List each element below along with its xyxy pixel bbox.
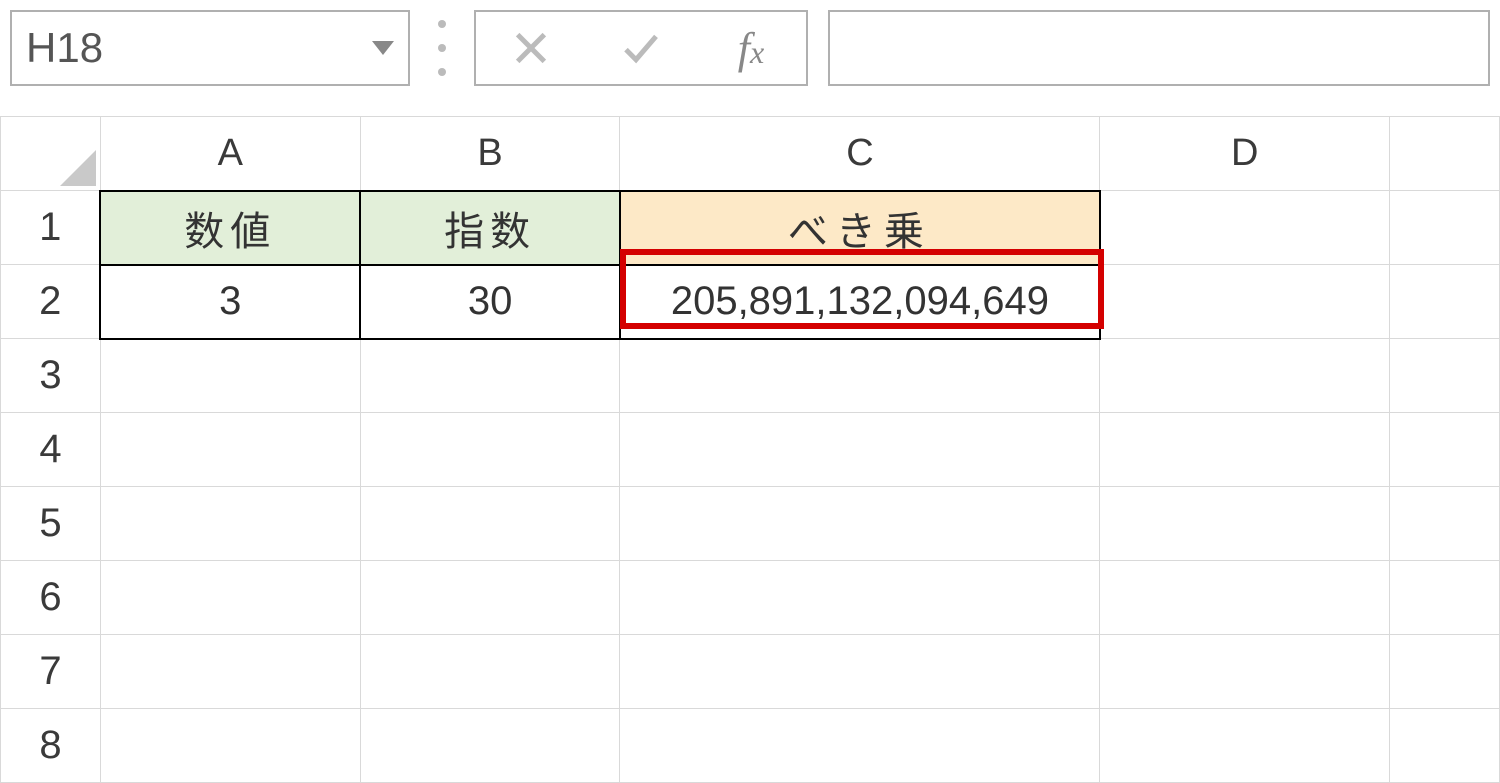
- cell[interactable]: [1100, 487, 1390, 561]
- select-all-corner[interactable]: [1, 117, 101, 191]
- check-icon: [621, 28, 661, 68]
- column-header[interactable]: D: [1100, 117, 1390, 191]
- cell[interactable]: [360, 413, 620, 487]
- cell[interactable]: [620, 413, 1100, 487]
- cell[interactable]: [100, 413, 360, 487]
- fx-icon: fx: [738, 23, 764, 74]
- cell[interactable]: [1100, 709, 1390, 783]
- cell[interactable]: [360, 487, 620, 561]
- cell[interactable]: [620, 487, 1100, 561]
- cell[interactable]: [1390, 413, 1500, 487]
- cell[interactable]: [1390, 561, 1500, 635]
- cell[interactable]: [1390, 635, 1500, 709]
- cell[interactable]: [620, 635, 1100, 709]
- row-header[interactable]: 8: [1, 709, 101, 783]
- cell[interactable]: [1390, 487, 1500, 561]
- insert-function-button[interactable]: fx: [696, 12, 806, 84]
- row-header[interactable]: 6: [1, 561, 101, 635]
- cell-A2[interactable]: 3: [100, 265, 360, 339]
- row-header[interactable]: 1: [1, 191, 101, 265]
- name-box-dropdown-icon[interactable]: [372, 41, 394, 55]
- column-header[interactable]: A: [100, 117, 360, 191]
- formula-bar-buttons: fx: [474, 10, 808, 86]
- cell[interactable]: [1100, 339, 1390, 413]
- cell-D1[interactable]: [1100, 191, 1390, 265]
- row-header[interactable]: 3: [1, 339, 101, 413]
- name-box-value: H18: [26, 24, 103, 72]
- x-icon: [511, 28, 551, 68]
- column-header[interactable]: [1390, 117, 1500, 191]
- cell[interactable]: [100, 709, 360, 783]
- row-header[interactable]: 7: [1, 635, 101, 709]
- cell-C2[interactable]: 205,891,132,094,649: [620, 265, 1100, 339]
- name-box[interactable]: H18: [10, 10, 410, 86]
- cell[interactable]: [360, 709, 620, 783]
- column-header[interactable]: B: [360, 117, 620, 191]
- cell[interactable]: [360, 561, 620, 635]
- cell[interactable]: [1390, 265, 1500, 339]
- cell[interactable]: [360, 635, 620, 709]
- cell[interactable]: [360, 339, 620, 413]
- cell[interactable]: [1100, 635, 1390, 709]
- cell[interactable]: [620, 561, 1100, 635]
- cell[interactable]: [100, 635, 360, 709]
- cell[interactable]: [100, 487, 360, 561]
- cell[interactable]: [1100, 413, 1390, 487]
- cancel-button[interactable]: [476, 12, 586, 84]
- cell[interactable]: [1100, 561, 1390, 635]
- enter-button[interactable]: [586, 12, 696, 84]
- cell[interactable]: [620, 339, 1100, 413]
- row-header[interactable]: 4: [1, 413, 101, 487]
- column-header[interactable]: C: [620, 117, 1100, 191]
- cell[interactable]: [1390, 191, 1500, 265]
- row-header[interactable]: 5: [1, 487, 101, 561]
- cell[interactable]: [1390, 709, 1500, 783]
- cell-C1[interactable]: べき乗: [620, 191, 1100, 265]
- cell-B1[interactable]: 指数: [360, 191, 620, 265]
- cell[interactable]: [1390, 339, 1500, 413]
- cell[interactable]: [100, 339, 360, 413]
- row-header[interactable]: 2: [1, 265, 101, 339]
- cell-B2[interactable]: 30: [360, 265, 620, 339]
- spreadsheet-grid: A B C D 1 数値 指数 べき乗 2 3 30 205,891,132,0…: [0, 116, 1500, 783]
- cell-A1[interactable]: 数値: [100, 191, 360, 265]
- formula-input[interactable]: [828, 10, 1490, 86]
- formula-bar: H18 fx: [0, 0, 1500, 96]
- cell-D2[interactable]: [1100, 265, 1390, 339]
- formula-bar-divider-icon: [430, 17, 454, 79]
- cell[interactable]: [620, 709, 1100, 783]
- cell[interactable]: [100, 561, 360, 635]
